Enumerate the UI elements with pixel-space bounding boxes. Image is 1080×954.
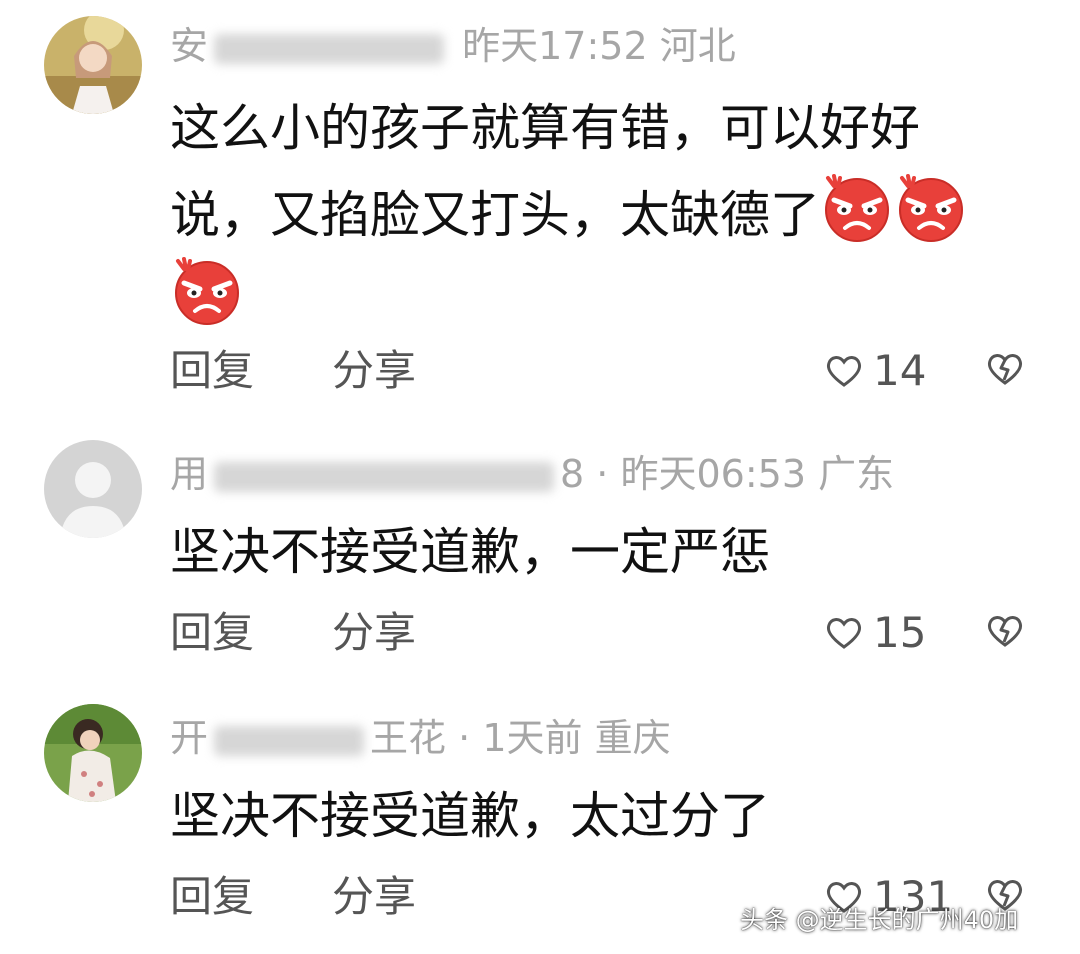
avatar[interactable] bbox=[44, 704, 142, 802]
comment-time: 1天前 bbox=[482, 716, 583, 760]
username-tail: 8 bbox=[560, 452, 585, 496]
separator: · bbox=[596, 452, 609, 496]
comment-text-line-1: 这么小的孩子就算有错，可以好好 bbox=[170, 99, 920, 157]
username-tail: 王花 bbox=[370, 716, 447, 760]
comment-text-line-2: 说，又掐脸又打头，太缺德了 bbox=[170, 172, 1030, 251]
avatar[interactable] bbox=[44, 16, 142, 114]
comment-actions: 回复 分享 14 bbox=[170, 346, 1030, 396]
avatar[interactable] bbox=[44, 440, 142, 538]
heart-icon bbox=[826, 618, 862, 649]
like-count: 14 bbox=[873, 346, 927, 395]
heart-icon bbox=[826, 356, 862, 387]
blurred-username bbox=[214, 725, 365, 756]
comment-text: 坚决不接受道歉，一定严惩 bbox=[170, 523, 770, 581]
broken-heart-icon[interactable] bbox=[986, 612, 1024, 648]
separator: · bbox=[458, 716, 471, 760]
username[interactable]: 安 bbox=[170, 24, 208, 68]
comment-meta: 安 昨天17:52 河北 bbox=[170, 22, 736, 70]
comment-location: 河北 bbox=[659, 24, 736, 68]
watermark: 头条 @逆生长的广州40加 bbox=[740, 906, 1019, 934]
comment-text-line-2-text: 说，又掐脸又打头，太缺德了 bbox=[170, 186, 820, 244]
angry-face-icon bbox=[894, 172, 968, 242]
angry-face-icon bbox=[820, 172, 894, 242]
reply-button[interactable]: 回复 bbox=[170, 346, 254, 396]
reply-button[interactable]: 回复 bbox=[170, 608, 254, 658]
like-count: 15 bbox=[873, 608, 927, 657]
comment-text: 这么小的孩子就算有错，可以好好 说，又掐脸又打头，太缺德了 bbox=[170, 92, 1030, 334]
blurred-username bbox=[214, 33, 445, 64]
comment-location: 广东 bbox=[818, 452, 895, 496]
comment-text-line-3 bbox=[170, 255, 1030, 334]
username[interactable]: 用 bbox=[170, 452, 208, 496]
comment-meta: 开 王花 · 1天前 重庆 bbox=[170, 714, 671, 762]
angry-face-icon bbox=[170, 255, 244, 325]
comment-actions: 回复 分享 15 bbox=[170, 608, 1030, 658]
share-button[interactable]: 分享 bbox=[332, 346, 416, 396]
comment-time: 昨天17:52 bbox=[462, 24, 648, 68]
comment-meta: 用 8 · 昨天06:53 广东 bbox=[170, 450, 894, 498]
comment-time: 昨天06:53 bbox=[620, 452, 806, 496]
username[interactable]: 开 bbox=[170, 716, 208, 760]
comment-text: 坚决不接受道歉，太过分了 bbox=[170, 787, 770, 845]
share-button[interactable]: 分享 bbox=[332, 608, 416, 658]
share-button[interactable]: 分享 bbox=[332, 872, 416, 922]
comment-location: 重庆 bbox=[594, 716, 671, 760]
blurred-username bbox=[214, 461, 555, 492]
broken-heart-icon[interactable] bbox=[986, 350, 1024, 386]
reply-button[interactable]: 回复 bbox=[170, 872, 254, 922]
